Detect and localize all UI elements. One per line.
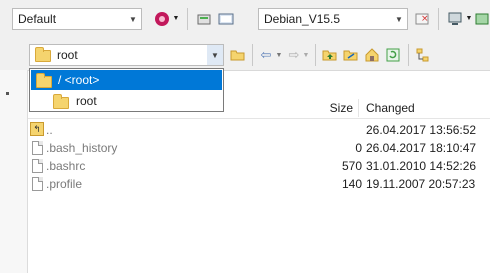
home-icon[interactable] [363,46,381,64]
root-directory-icon[interactable] [342,46,360,64]
file-changed: 19.11.2007 20:57:23 [366,177,476,191]
toolbar-separator [438,8,439,30]
close-tab-icon[interactable]: × [413,10,431,28]
session-combo-value: Default [18,12,57,26]
chevron-down-icon[interactable]: ▼ [302,49,310,61]
toolbar-separator [187,8,188,30]
dropdown-item-root-folder[interactable]: root [31,91,222,111]
tree-view-icon[interactable] [414,46,432,64]
folder-icon [35,47,51,62]
column-size[interactable]: Size [305,98,357,118]
file-changed: 26.04.2017 13:56:52 [366,123,477,137]
path-dropdown-list: / <root> root [29,68,224,112]
left-pane-edge [0,70,28,273]
chevron-down-icon[interactable]: ▼ [172,13,180,23]
chevron-down-icon: ▼ [207,45,223,65]
file-name: .bash_history [46,141,118,155]
list-item[interactable]: .profile 140 19.11.2007 20:57:23 [28,175,490,193]
color-wheel-icon[interactable] [153,10,171,28]
back-arrow-icon[interactable]: ⇦ [258,46,274,64]
file-size: 140 [341,177,362,191]
computer-icon[interactable] [446,10,464,28]
dropdown-item-root[interactable]: / <root> [31,70,222,90]
sync-icon[interactable] [474,10,490,28]
chevron-down-icon: ▼ [395,14,403,24]
session-combo[interactable]: Default ▼ [12,8,142,30]
toolbar-separator [315,44,316,66]
parent-directory-icon[interactable] [321,46,339,64]
folder-icon [36,72,52,88]
terminal-icon[interactable] [217,10,235,28]
file-size: 570 [341,159,362,173]
file-icon [32,159,43,176]
refresh-icon[interactable] [384,46,402,64]
file-name: .bashrc [46,159,86,173]
toolbar-separator [408,44,409,66]
toolbar-separator [252,44,253,66]
column-changed-label: Changed [366,101,415,115]
file-name: .profile [46,177,83,191]
open-folder-icon[interactable] [229,46,247,64]
forward-arrow-icon[interactable]: ⇨ [286,46,302,64]
file-icon [32,141,43,158]
svg-text:×: × [421,14,429,24]
file-changed: 31.01.2010 14:52:26 [366,159,477,173]
remote-combo[interactable]: Debian_V15.5 ▼ [258,8,408,30]
dropdown-item-label: root [76,94,97,108]
path-combo-value: root [57,48,78,62]
dropdown-item-label: / <root> [58,73,100,87]
column-size-label: Size [329,101,353,115]
file-size: 0 [355,141,362,155]
list-item[interactable]: .bashrc 570 31.01.2010 14:52:26 [28,157,490,175]
remote-combo-value: Debian_V15.5 [264,12,341,26]
list-item[interactable]: .bash_history 0 26.04.2017 18:10:47 [28,139,490,157]
chevron-down-icon: ▼ [129,14,137,24]
file-changed: 26.04.2017 18:10:47 [366,141,477,155]
file-icon [32,177,43,194]
chevron-down-icon[interactable]: ▼ [465,13,473,23]
parent-dir-icon: ↰ [30,122,44,136]
list-item[interactable]: ↰ .. 26.04.2017 13:56:52 [28,121,490,139]
folder-icon [53,93,69,109]
file-name: .. [46,123,53,137]
pane-marker [6,92,9,95]
path-combo[interactable]: root ▼ [29,44,224,66]
chevron-down-icon[interactable]: ▼ [275,49,283,61]
column-changed[interactable]: Changed [359,98,489,118]
new-session-icon[interactable] [195,10,213,28]
